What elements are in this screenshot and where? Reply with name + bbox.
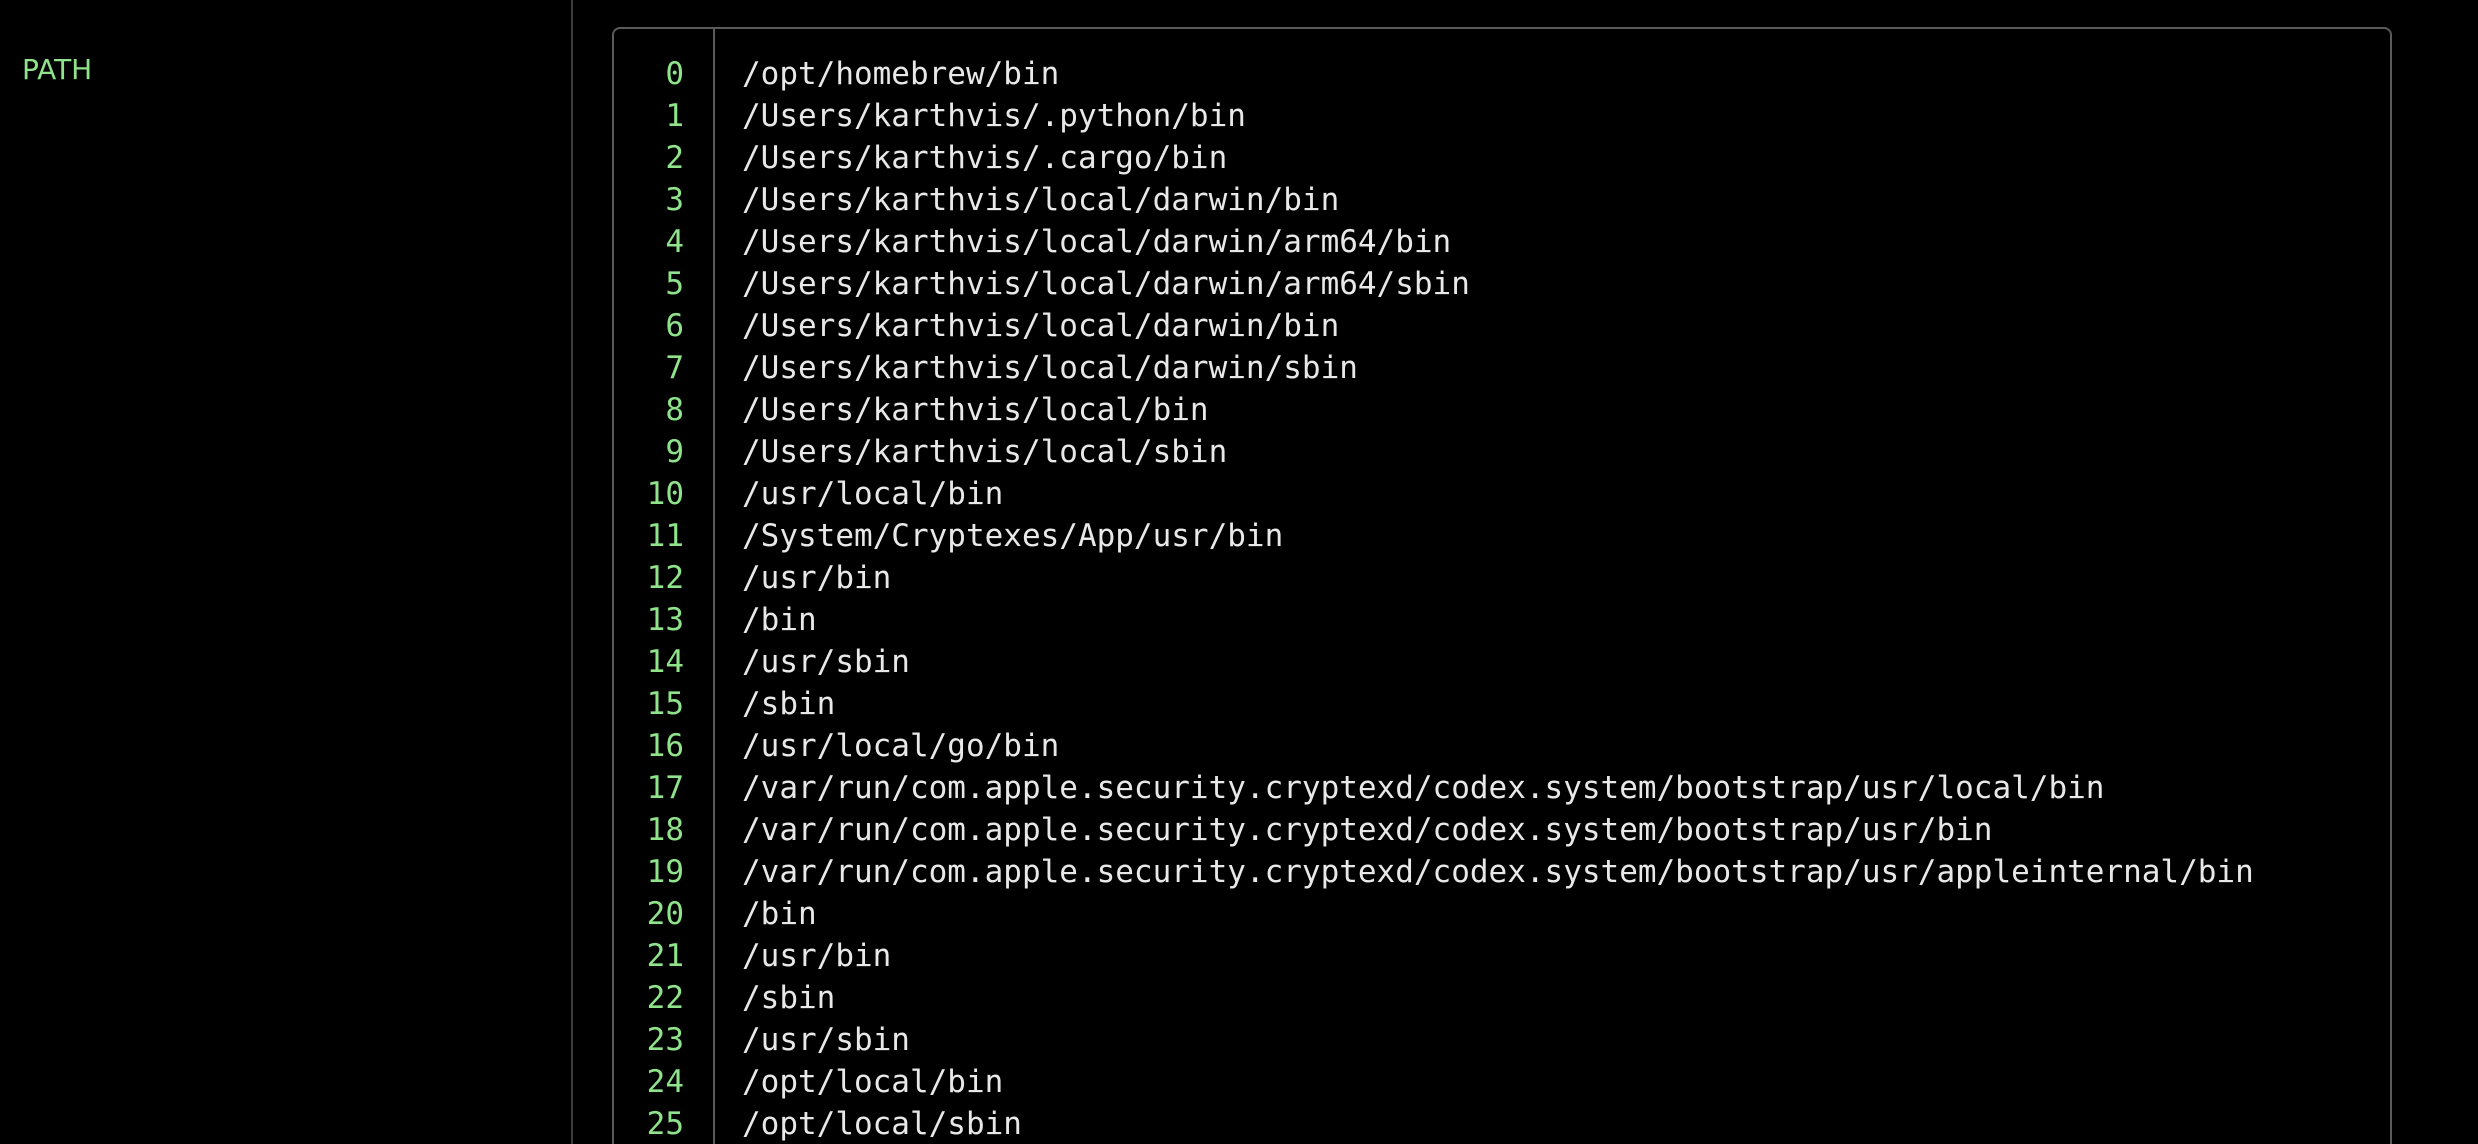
table-row: 1/Users/karthvis/.python/bin — [614, 95, 2390, 137]
row-index: 18 — [646, 812, 684, 848]
path-value: /Users/karthvis/local/sbin — [742, 434, 1228, 470]
row-index: 1 — [665, 98, 684, 134]
table-row: 21/usr/bin — [614, 935, 2390, 977]
row-index: 20 — [646, 896, 684, 932]
row-index: 17 — [646, 770, 684, 806]
row-index: 5 — [665, 266, 684, 302]
path-value: /var/run/com.apple.security.cryptexd/cod… — [742, 770, 2105, 806]
table-row: 22/sbin — [614, 977, 2390, 1019]
table-row: 13/bin — [614, 599, 2390, 641]
path-value: /Users/karthvis/local/darwin/arm64/sbin — [742, 266, 1470, 302]
table-row: 3/Users/karthvis/local/darwin/bin — [614, 179, 2390, 221]
table-row: 19/var/run/com.apple.security.cryptexd/c… — [614, 851, 2390, 893]
row-index: 19 — [646, 854, 684, 890]
row-index: 22 — [646, 980, 684, 1016]
table-row: 16/usr/local/go/bin — [614, 725, 2390, 767]
path-value: /Users/karthvis/local/darwin/sbin — [742, 350, 1358, 386]
table-row: 12/usr/bin — [614, 557, 2390, 599]
path-value: /var/run/com.apple.security.cryptexd/cod… — [742, 812, 1993, 848]
row-index: 2 — [665, 140, 684, 176]
row-index: 8 — [665, 392, 684, 428]
path-value: /usr/bin — [742, 938, 892, 974]
row-index: 24 — [646, 1064, 684, 1100]
path-entries-table: 0/opt/homebrew/bin 1/Users/karthvis/.pyth… — [612, 27, 2392, 1144]
path-value: /Users/karthvis/local/bin — [742, 392, 1209, 428]
path-value: /var/run/com.apple.security.cryptexd/cod… — [742, 854, 2254, 890]
row-index: 9 — [665, 434, 684, 470]
row-index: 0 — [665, 56, 684, 92]
path-value: /usr/local/bin — [742, 476, 1004, 512]
table-row: 10/usr/local/bin — [614, 473, 2390, 515]
path-value: /Users/karthvis/.cargo/bin — [742, 140, 1228, 176]
table-row: 18/var/run/com.apple.security.cryptexd/c… — [614, 809, 2390, 851]
table-row: 25/opt/local/sbin — [614, 1103, 2390, 1144]
path-entries-list: 0/opt/homebrew/bin 1/Users/karthvis/.pyth… — [614, 53, 2390, 1144]
path-value: /Users/karthvis/.python/bin — [742, 98, 1246, 134]
row-index: 11 — [646, 518, 684, 554]
table-row: 17/var/run/com.apple.security.cryptexd/c… — [614, 767, 2390, 809]
table-row: 11/System/Cryptexes/App/usr/bin — [614, 515, 2390, 557]
table-row: 9/Users/karthvis/local/sbin — [614, 431, 2390, 473]
table-row: 7/Users/karthvis/local/darwin/sbin — [614, 347, 2390, 389]
table-row: 23/usr/sbin — [614, 1019, 2390, 1061]
row-index: 25 — [646, 1106, 684, 1142]
path-value: /Users/karthvis/local/darwin/bin — [742, 308, 1340, 344]
row-index: 10 — [646, 476, 684, 512]
path-value: /opt/homebrew/bin — [742, 56, 1060, 92]
row-index: 7 — [665, 350, 684, 386]
row-index: 6 — [665, 308, 684, 344]
path-value: /usr/sbin — [742, 644, 910, 680]
table-row: 6/Users/karthvis/local/darwin/bin — [614, 305, 2390, 347]
table-row: 8/Users/karthvis/local/bin — [614, 389, 2390, 431]
path-value: /Users/karthvis/local/darwin/bin — [742, 182, 1340, 218]
row-index: 4 — [665, 224, 684, 260]
path-value: /usr/local/go/bin — [742, 728, 1060, 764]
path-value: /Users/karthvis/local/darwin/arm64/bin — [742, 224, 1452, 260]
row-index: 21 — [646, 938, 684, 974]
row-index: 3 — [665, 182, 684, 218]
table-row: 0/opt/homebrew/bin — [614, 53, 2390, 95]
path-value: /bin — [742, 602, 817, 638]
path-value: /opt/local/bin — [742, 1064, 1004, 1100]
table-row: 4/Users/karthvis/local/darwin/arm64/bin — [614, 221, 2390, 263]
row-index: 15 — [646, 686, 684, 722]
row-index: 12 — [646, 560, 684, 596]
table-row: 20/bin — [614, 893, 2390, 935]
row-index: 14 — [646, 644, 684, 680]
path-value: /opt/local/sbin — [742, 1106, 1022, 1142]
path-value: /usr/sbin — [742, 1022, 910, 1058]
row-index: 23 — [646, 1022, 684, 1058]
path-value: /sbin — [742, 686, 836, 722]
table-row: 24/opt/local/bin — [614, 1061, 2390, 1103]
row-index: 16 — [646, 728, 684, 764]
table-row: 15/sbin — [614, 683, 2390, 725]
column-divider — [571, 0, 573, 1144]
table-row: 14/usr/sbin — [614, 641, 2390, 683]
path-value: /sbin — [742, 980, 836, 1016]
table-row: 2/Users/karthvis/.cargo/bin — [614, 137, 2390, 179]
path-value: /bin — [742, 896, 817, 932]
table-row: 5/Users/karthvis/local/darwin/arm64/sbin — [614, 263, 2390, 305]
path-value: /usr/bin — [742, 560, 892, 596]
row-index: 13 — [646, 602, 684, 638]
path-value: /System/Cryptexes/App/usr/bin — [742, 518, 1284, 554]
variable-name: PATH — [22, 53, 93, 86]
